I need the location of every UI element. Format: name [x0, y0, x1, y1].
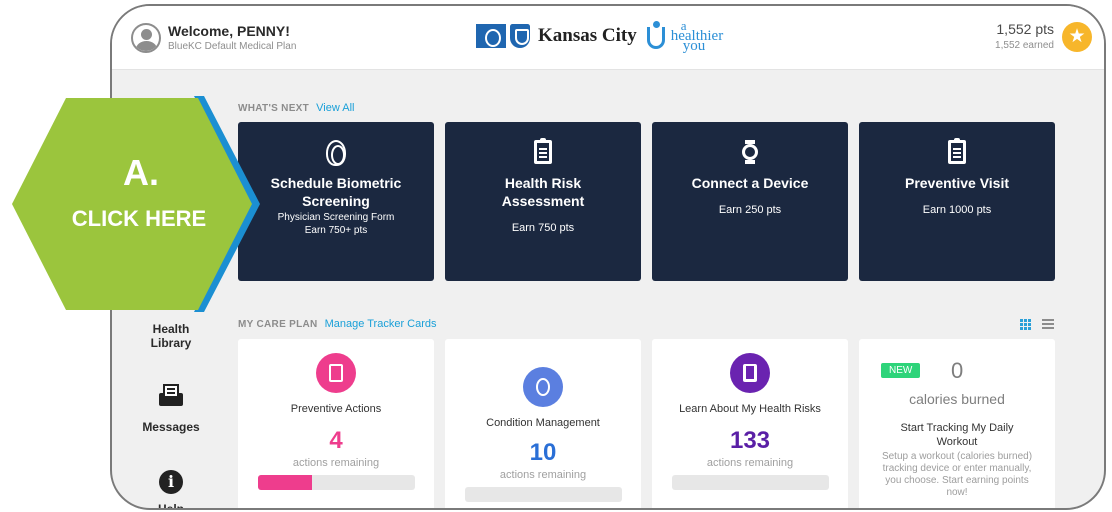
- card-label: Preventive Actions: [290, 403, 382, 415]
- callout-hexagon: [12, 96, 260, 312]
- logo-tagline: a healthier you: [671, 19, 723, 54]
- card-connect-a-device[interactable]: Connect a Device Earn 250 pts: [652, 122, 848, 281]
- calories-value: 0: [951, 358, 964, 383]
- card-subtitle: Physician Screening Form: [277, 212, 395, 223]
- sidebar-item-messages[interactable]: Messages: [126, 420, 216, 434]
- book-icon: [730, 353, 770, 393]
- new-badge: NEW: [881, 363, 921, 378]
- logo-city: Kansas City: [538, 25, 637, 46]
- sidebar-item-help[interactable]: Help: [126, 502, 216, 508]
- plan-name: BlueKC Default Medical Plan: [168, 41, 297, 52]
- tracker-title: Start Tracking My Daily Workout: [900, 422, 1014, 448]
- card-sub: actions remaining: [706, 457, 794, 469]
- avatar[interactable]: [131, 23, 161, 53]
- card-sub: actions remaining: [499, 469, 587, 481]
- info-icon[interactable]: i: [159, 470, 183, 494]
- card-schedule-biometric-screening[interactable]: Schedule Biometric Screening Physician S…: [238, 122, 434, 281]
- grid-view-icon[interactable]: [1020, 319, 1032, 330]
- click-here-callout: A. CLICK HERE: [8, 94, 266, 314]
- healthier-you-figure-icon: [645, 21, 667, 51]
- welcome-text: Welcome, PENNY!: [168, 23, 290, 39]
- callout-letter: A.: [123, 152, 159, 193]
- list-view-icon[interactable]: [1042, 319, 1054, 329]
- progress-fill: [257, 475, 313, 490]
- progress-bar: [257, 475, 415, 490]
- card-calories-tracker[interactable]: NEW 0 calories burned Start Tracking My …: [859, 339, 1055, 508]
- card-sub: actions remaining: [292, 457, 380, 469]
- calories-unit: calories burned: [909, 391, 1005, 407]
- tagline-you: you: [682, 38, 706, 54]
- sidebar-item-health-library[interactable]: Health Library: [126, 322, 216, 350]
- blue-cross-icon: [476, 24, 506, 48]
- brand-logo[interactable]: Kansas City a healthier you: [476, 16, 723, 56]
- tracker-description: Setup a workout (calories burned) tracki…: [881, 451, 1033, 498]
- progress-bar: [464, 487, 622, 502]
- card-preventive-visit[interactable]: Preventive Visit Earn 1000 pts: [859, 122, 1055, 281]
- card-title: Health Risk Assessment: [501, 175, 585, 209]
- card-condition-management[interactable]: Condition Management 10 actions remainin…: [445, 339, 641, 508]
- top-header: Welcome, PENNY! BlueKC Default Medical P…: [112, 6, 1104, 70]
- card-label: Learn About My Health Risks: [679, 403, 821, 415]
- card-points: Earn 250 pts: [718, 204, 782, 216]
- messages-icon[interactable]: [159, 384, 183, 406]
- card-health-risk-assessment[interactable]: Health Risk Assessment Earn 750 pts: [445, 122, 641, 281]
- card-points: Earn 750+ pts: [304, 225, 368, 236]
- card-points: Earn 750 pts: [511, 222, 575, 234]
- card-preventive-actions[interactable]: Preventive Actions 4 actions remaining: [238, 339, 434, 508]
- clipboard-icon: [316, 353, 356, 393]
- card-count: 133: [729, 427, 771, 454]
- card-title: Preventive Visit: [904, 175, 1010, 191]
- card-title: Schedule Biometric Screening: [270, 175, 402, 209]
- card-count: 4: [329, 427, 343, 454]
- card-learn-health-risks[interactable]: Learn About My Health Risks 133 actions …: [652, 339, 848, 508]
- view-all-link[interactable]: View All: [316, 102, 354, 114]
- card-count: 10: [529, 439, 557, 466]
- points-earned: 1,552 earned: [995, 40, 1054, 51]
- card-points: Earn 1000 pts: [922, 204, 992, 216]
- care-plan-title: MY CARE PLAN: [238, 319, 318, 330]
- points-total: 1,552 pts: [996, 21, 1054, 37]
- clipboard-icon: [534, 138, 552, 164]
- progress-bar: [671, 475, 829, 490]
- fingerprint-icon: [326, 140, 346, 166]
- star-icon[interactable]: ★: [1062, 22, 1092, 52]
- care-plan-heading: MY CARE PLAN Manage Tracker Cards: [238, 318, 437, 330]
- blue-shield-icon: [510, 24, 530, 48]
- callout-text: CLICK HERE: [71, 206, 207, 231]
- screenshot: Welcome, PENNY! BlueKC Default Medical P…: [0, 0, 1112, 512]
- manage-tracker-cards-link[interactable]: Manage Tracker Cards: [325, 318, 437, 330]
- clipboard-icon: [948, 138, 966, 164]
- card-label: Condition Management: [486, 417, 600, 429]
- handshake-heart-icon: [523, 367, 563, 407]
- watch-icon: [741, 140, 759, 164]
- card-title: Connect a Device: [691, 175, 809, 191]
